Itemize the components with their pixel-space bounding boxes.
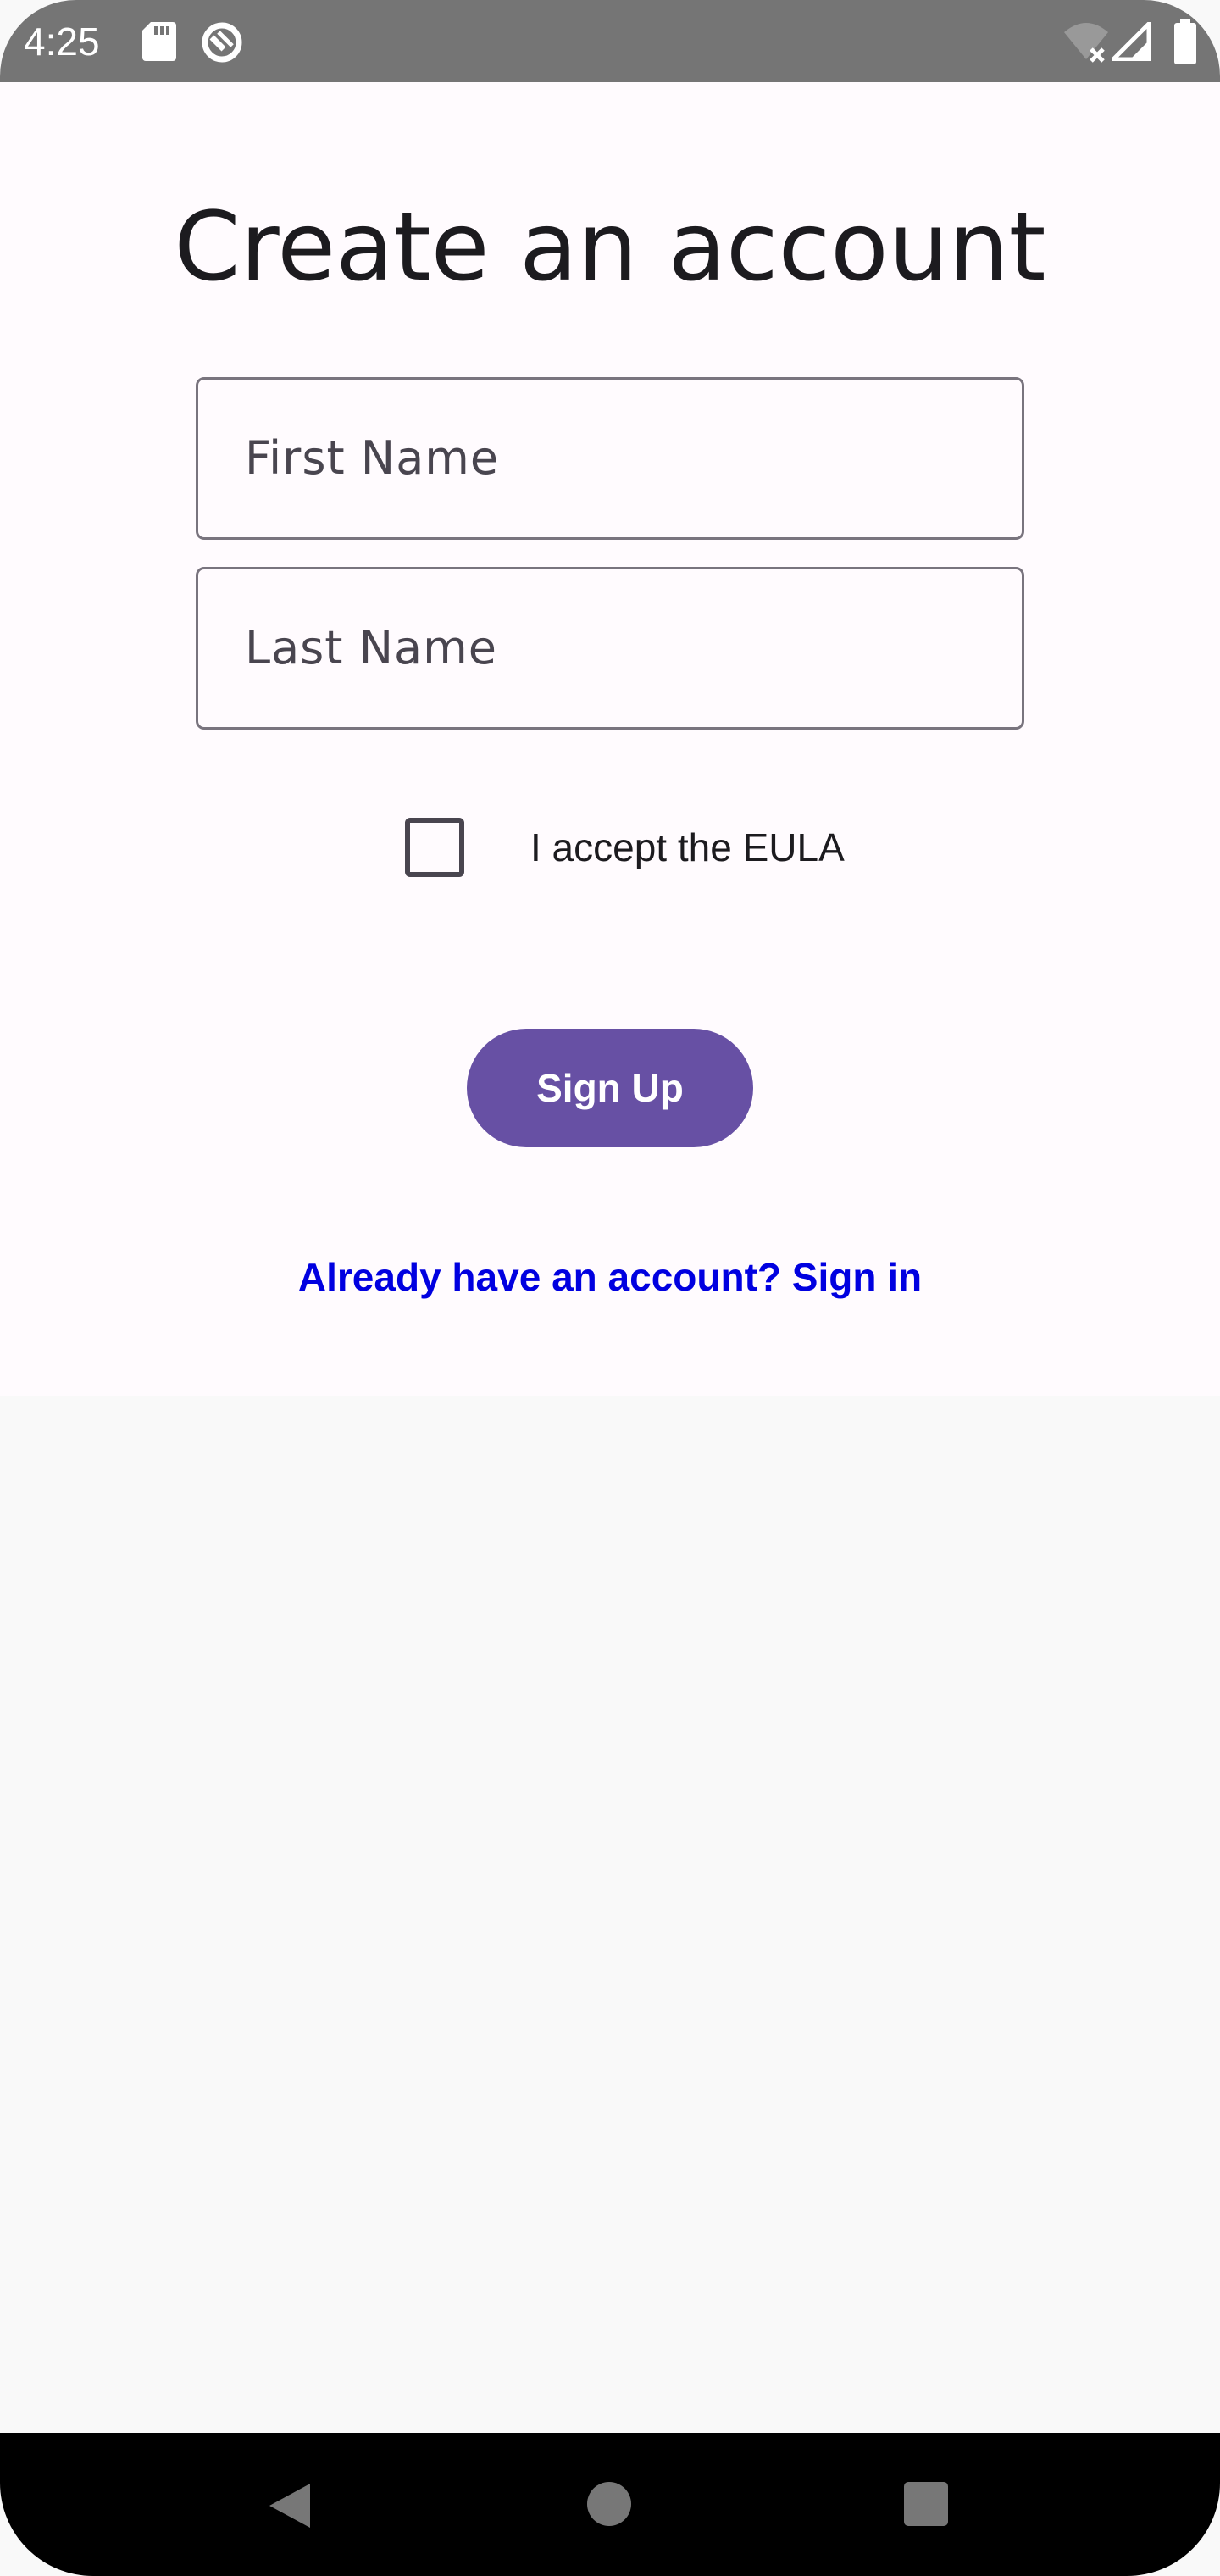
wifi-off-icon xyxy=(1062,20,1110,67)
eula-row: I accept the EULA xyxy=(0,818,1220,936)
home-icon[interactable] xyxy=(587,2482,631,2526)
signup-button[interactable]: Sign Up xyxy=(467,1029,753,1147)
battery-icon xyxy=(1173,19,1198,69)
sync-disabled-icon xyxy=(200,20,244,69)
eula-label[interactable]: I accept the EULA xyxy=(530,821,845,874)
signup-form: Create an account First Name Last Name I… xyxy=(0,82,1220,1396)
last-name-field[interactable]: Last Name xyxy=(196,567,1024,730)
back-icon[interactable] xyxy=(264,2480,315,2535)
signin-link[interactable]: Already have an account? Sign in xyxy=(0,1252,1220,1302)
first-name-field[interactable]: First Name xyxy=(196,377,1024,540)
eula-checkbox[interactable] xyxy=(405,818,464,877)
recents-icon[interactable] xyxy=(904,2482,948,2526)
first-name-placeholder: First Name xyxy=(245,431,500,485)
sd-card-icon xyxy=(142,22,176,65)
navigation-bar xyxy=(0,2433,1220,2576)
signal-icon xyxy=(1107,18,1151,65)
status-bar: 4:25 xyxy=(0,0,1220,82)
page-title: Create an account xyxy=(174,192,1046,303)
last-name-placeholder: Last Name xyxy=(245,621,497,675)
app-screen: 4:25 Create an account First Name Last N… xyxy=(0,0,1220,2576)
status-time: 4:25 xyxy=(24,19,100,64)
